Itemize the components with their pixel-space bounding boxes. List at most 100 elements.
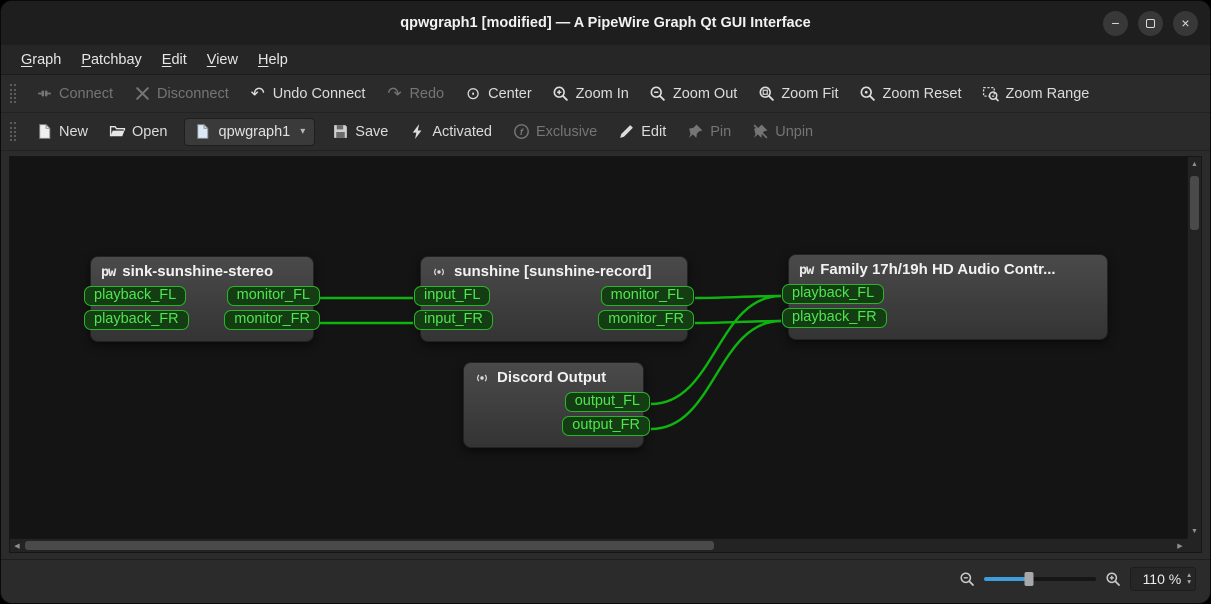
redo-button[interactable]: ↷ Redo xyxy=(376,80,453,107)
statusbar: 110 % ▴ ▾ xyxy=(1,559,1210,603)
maximize-button[interactable] xyxy=(1138,11,1163,36)
horizontal-scrollbar-track[interactable] xyxy=(24,539,1173,552)
menu-graph[interactable]: Graph xyxy=(11,45,71,74)
port-monitor-fr[interactable]: monitor_FR xyxy=(598,310,694,330)
redo-icon: ↷ xyxy=(385,85,403,102)
port-monitor-fl[interactable]: monitor_FL xyxy=(601,286,694,306)
pipewire-icon: pw xyxy=(799,262,813,278)
menu-patchbay[interactable]: Patchbay xyxy=(71,45,151,74)
connect-icon xyxy=(35,85,53,103)
node-title: Family 17h/19h HD Audio Contr... xyxy=(820,261,1055,278)
vertical-scrollbar[interactable]: ▲ ▼ xyxy=(1187,157,1201,538)
zoom-reset-icon xyxy=(859,85,877,103)
zoom-spinbox[interactable]: 110 % ▴ ▾ xyxy=(1130,567,1196,591)
pencil-icon xyxy=(617,123,635,141)
session-file-icon xyxy=(194,123,212,141)
graph-toolbar: Connect Disconnect ↶ Undo Connect ↷ Redo… xyxy=(1,75,1210,113)
save-button[interactable]: Save xyxy=(322,118,397,146)
vertical-scrollbar-thumb[interactable] xyxy=(1190,176,1199,230)
node-title: sunshine [sunshine-record] xyxy=(454,263,652,280)
pin-button[interactable]: Pin xyxy=(677,118,740,146)
zoom-out-button[interactable]: Zoom Out xyxy=(640,80,746,108)
zoom-in-icon xyxy=(552,85,570,103)
undo-connect-button[interactable]: ↶ Undo Connect xyxy=(240,80,375,107)
horizontal-scrollbar-thumb[interactable] xyxy=(25,541,714,550)
spin-down-arrow[interactable]: ▾ xyxy=(1187,579,1191,586)
unpin-icon xyxy=(751,123,769,141)
zoom-slider-handle[interactable] xyxy=(1024,572,1033,586)
port-playback-fl[interactable]: playback_FL xyxy=(782,284,884,304)
port-input-fl[interactable]: input_FL xyxy=(414,286,490,306)
session-selector[interactable]: qpwgraph1 ▾ xyxy=(184,118,316,146)
new-button[interactable]: New xyxy=(26,118,97,146)
menu-help[interactable]: Help xyxy=(248,45,298,74)
menu-edit[interactable]: Edit xyxy=(152,45,197,74)
zoom-out-icon[interactable] xyxy=(959,571,975,587)
center-button[interactable]: ⊙ Center xyxy=(455,80,541,107)
port-output-fr[interactable]: output_FR xyxy=(562,416,650,436)
zoom-fit-button[interactable]: Zoom Fit xyxy=(748,80,847,108)
zoom-value: 110 % xyxy=(1143,571,1182,587)
activated-toggle[interactable]: Activated xyxy=(399,118,501,146)
minimize-button[interactable]: − xyxy=(1103,11,1128,36)
close-icon: × xyxy=(1181,15,1189,31)
window-controls: − × xyxy=(1103,1,1198,45)
port-input-fr[interactable]: input_FR xyxy=(414,310,493,330)
vertical-scrollbar-track[interactable] xyxy=(1188,171,1201,524)
node-header: pw sink-sunshine-stereo xyxy=(91,257,313,284)
menu-view[interactable]: View xyxy=(197,45,248,74)
svg-text:f: f xyxy=(519,127,523,138)
broadcast-icon xyxy=(431,264,447,280)
disconnect-button[interactable]: Disconnect xyxy=(124,80,238,108)
node-title: Discord Output xyxy=(497,369,606,386)
maximize-icon xyxy=(1146,19,1155,28)
app-window: qpwgraph1 [modified] — A PipeWire Graph … xyxy=(0,0,1211,604)
open-folder-icon xyxy=(108,123,126,141)
window-title: qpwgraph1 [modified] — A PipeWire Graph … xyxy=(400,15,810,31)
chevron-down-icon: ▾ xyxy=(300,126,305,137)
connection-cables xyxy=(10,157,1187,538)
graph-canvas[interactable]: pw sink-sunshine-stereo playback_FL moni… xyxy=(10,157,1187,538)
zoom-range-button[interactable]: Zoom Range xyxy=(973,80,1099,108)
zoom-reset-label: Zoom Reset xyxy=(883,86,962,102)
graph-node-sink-sunshine-stereo[interactable]: pw sink-sunshine-stereo playback_FL moni… xyxy=(90,256,314,342)
scroll-right-arrow[interactable]: ▶ xyxy=(1173,539,1187,552)
pin-label: Pin xyxy=(710,124,731,140)
zoom-slider-fill xyxy=(984,577,1029,581)
connect-button[interactable]: Connect xyxy=(26,80,122,108)
port-monitor-fr[interactable]: monitor_FR xyxy=(224,310,320,330)
zoom-out-icon xyxy=(649,85,667,103)
redo-label: Redo xyxy=(409,86,444,102)
open-button[interactable]: Open xyxy=(99,118,176,146)
port-playback-fr[interactable]: playback_FR xyxy=(84,310,189,330)
horizontal-scrollbar[interactable]: ◀ ▶ xyxy=(10,538,1187,552)
graph-node-family-hd-audio[interactable]: pw Family 17h/19h HD Audio Contr... play… xyxy=(788,254,1108,340)
graph-node-sunshine[interactable]: sunshine [sunshine-record] input_FL moni… xyxy=(420,256,688,342)
zoom-slider[interactable] xyxy=(984,571,1096,587)
disconnect-label: Disconnect xyxy=(157,86,229,102)
titlebar: qpwgraph1 [modified] — A PipeWire Graph … xyxy=(1,1,1210,45)
pin-icon xyxy=(686,123,704,141)
unpin-button[interactable]: Unpin xyxy=(742,118,822,146)
toolbar-drag-handle[interactable] xyxy=(10,84,16,103)
port-playback-fl[interactable]: playback_FL xyxy=(84,286,186,306)
edit-button[interactable]: Edit xyxy=(608,118,675,146)
graph-node-discord-output[interactable]: Discord Output output_FL output_FR xyxy=(463,362,644,448)
port-monitor-fl[interactable]: monitor_FL xyxy=(227,286,320,306)
zoom-reset-button[interactable]: Zoom Reset xyxy=(850,80,971,108)
toolbar-drag-handle[interactable] xyxy=(10,122,16,141)
node-header: sunshine [sunshine-record] xyxy=(421,257,687,284)
exclusive-toggle[interactable]: f Exclusive xyxy=(503,118,606,146)
zoom-in-button[interactable]: Zoom In xyxy=(543,80,638,108)
scroll-up-arrow[interactable]: ▲ xyxy=(1188,157,1201,171)
port-playback-fr[interactable]: playback_FR xyxy=(782,308,887,328)
scroll-left-arrow[interactable]: ◀ xyxy=(10,539,24,552)
port-output-fl[interactable]: output_FL xyxy=(565,392,650,412)
new-file-icon xyxy=(35,123,53,141)
unpin-label: Unpin xyxy=(775,124,813,140)
open-label: Open xyxy=(132,124,167,140)
scroll-down-arrow[interactable]: ▼ xyxy=(1188,524,1201,538)
zoom-in-icon[interactable] xyxy=(1105,571,1121,587)
save-icon xyxy=(331,123,349,141)
close-button[interactable]: × xyxy=(1173,11,1198,36)
